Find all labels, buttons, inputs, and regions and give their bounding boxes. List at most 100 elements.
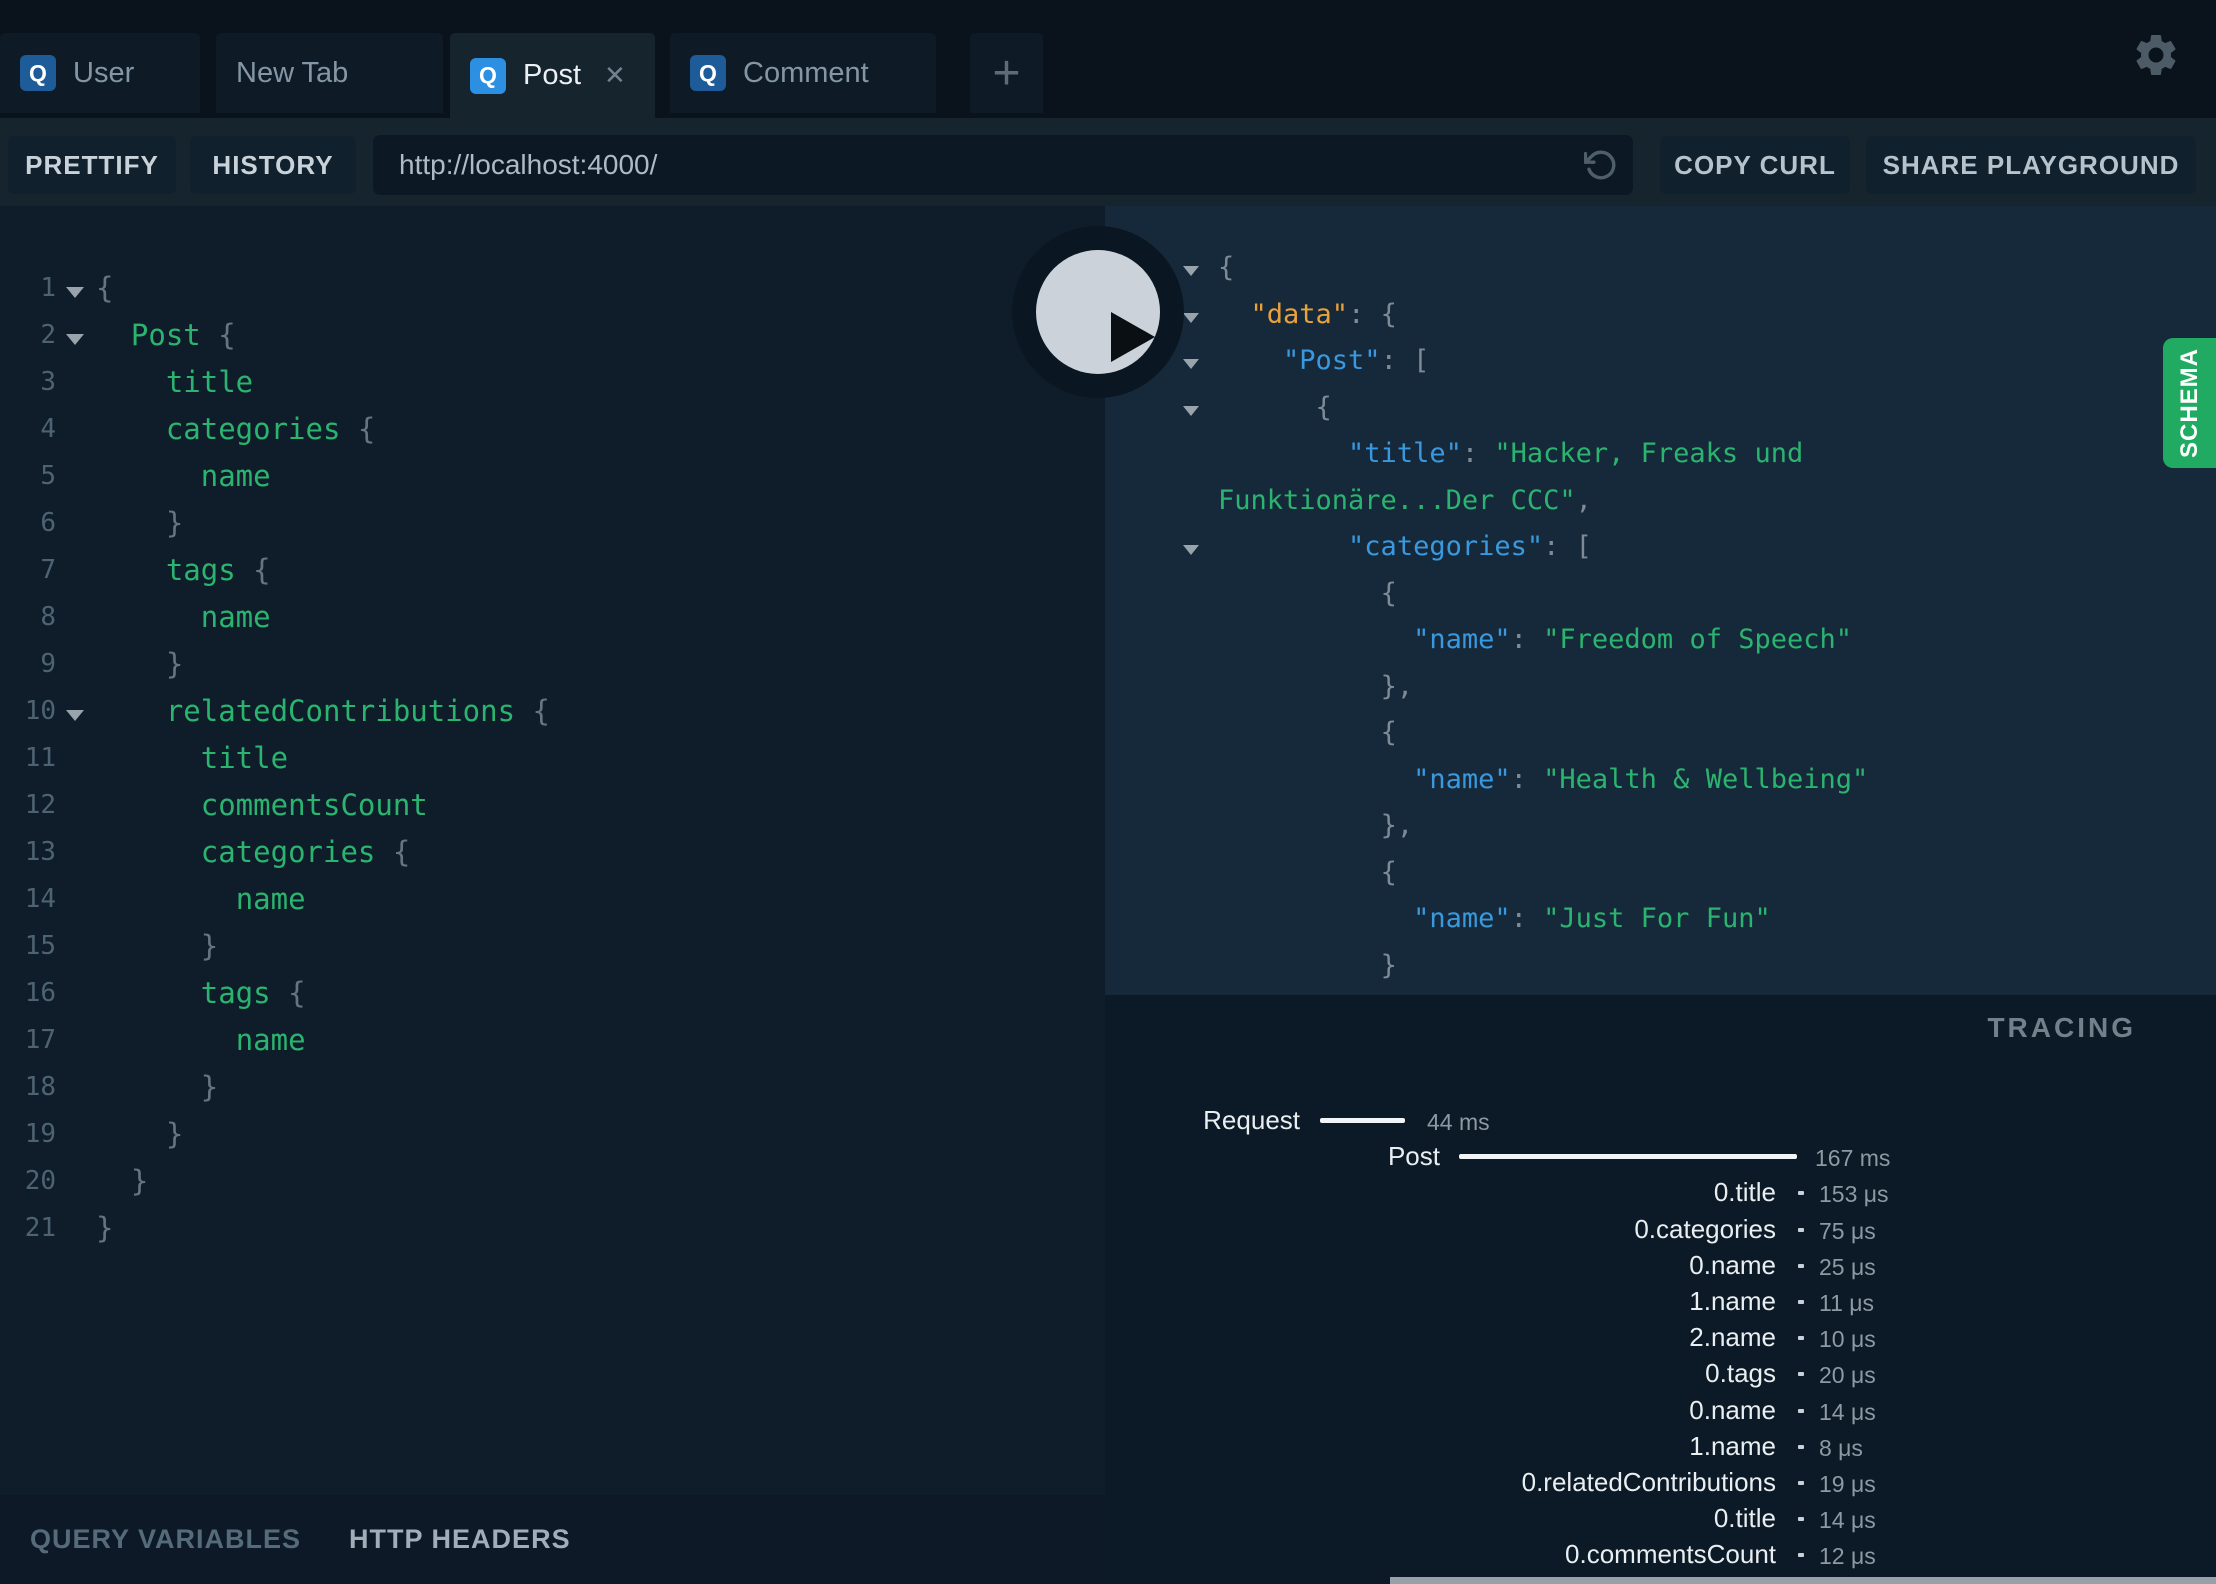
tracing-dash xyxy=(1798,1336,1804,1341)
chevron-down-icon xyxy=(1183,405,1199,416)
tracing-toggle[interactable]: TRACING xyxy=(1987,1012,2136,1044)
tracing-row: 0.name 25 μs xyxy=(1105,1247,2216,1283)
tracing-row: Request 44 ms xyxy=(1105,1102,2216,1138)
line-number: 18 xyxy=(24,1072,56,1102)
editor-line: 4 categories { xyxy=(0,406,1105,453)
chevron-down-icon xyxy=(1183,312,1199,323)
tracing-dash xyxy=(1798,1517,1804,1522)
schema-side-tab[interactable]: SCHEMA xyxy=(2163,338,2216,468)
execute-query-button[interactable] xyxy=(1012,226,1184,398)
reload-icon[interactable] xyxy=(1583,148,1618,182)
tracing-field-label: Request xyxy=(1203,1105,1300,1135)
editor-line: 11 title xyxy=(0,735,1105,782)
tracing-duration: 14 μs xyxy=(1819,1398,1876,1425)
tracing-duration: 75 μs xyxy=(1819,1217,1876,1244)
query-badge-icon: Q xyxy=(470,57,506,94)
tab-query-variables[interactable]: QUERY VARIABLES xyxy=(30,1524,301,1555)
endpoint-input[interactable] xyxy=(372,134,1634,196)
chevron-down-icon xyxy=(1183,545,1199,555)
tab-user[interactable]: Q User xyxy=(0,33,200,113)
query-editor[interactable]: 1{2 Post {3 title 4 categories {5 name 6 }… xyxy=(0,206,1105,1495)
tracing-row: 0.relatedContributions 19 μs xyxy=(1105,1464,2216,1500)
tracing-field-label: 2.name xyxy=(1689,1322,1776,1353)
tracing-field-label: 1.name xyxy=(1689,1430,1776,1461)
tracing-duration: 25 μs xyxy=(1819,1253,1876,1280)
editor-line: 8 name xyxy=(0,594,1105,641)
tab-label: Comment xyxy=(743,56,869,89)
response-line: Funktionäre...Der CCC", xyxy=(1218,484,1592,516)
query-badge-icon: Q xyxy=(690,55,726,91)
editor-line: 2 Post { xyxy=(0,312,1105,359)
fold-gutter[interactable] xyxy=(56,688,96,735)
response-line: "name": "Freedom of Speech" xyxy=(1413,624,1852,655)
plus-icon: + xyxy=(992,46,1021,100)
response-line: }, xyxy=(1380,810,1414,841)
tab-new-tab[interactable]: New Tab xyxy=(216,33,443,113)
response-line: { xyxy=(1105,385,2216,432)
copy-curl-button[interactable]: COPY CURL xyxy=(1660,136,1850,194)
editor-line: 7 tags { xyxy=(0,547,1105,594)
response-line: { xyxy=(1380,856,1397,888)
response-line: { xyxy=(1380,577,1397,609)
line-number: 13 xyxy=(24,837,56,867)
tab-label: User xyxy=(73,56,135,89)
tracing-dash xyxy=(1798,1553,1804,1558)
close-icon[interactable]: ✕ xyxy=(604,60,626,91)
add-tab-button[interactable]: + xyxy=(970,33,1043,113)
tracing-duration: 19 μs xyxy=(1819,1471,1876,1497)
editor-line: 3 title xyxy=(0,359,1105,406)
tracing-duration: 44 ms xyxy=(1427,1109,1490,1135)
query-editor-lines: 1{2 Post {3 title 4 categories {5 name 6 }… xyxy=(0,206,1105,1252)
editor-line: 20 } xyxy=(0,1158,1105,1205)
history-button[interactable]: HISTORY xyxy=(190,136,356,194)
fold-gutter[interactable] xyxy=(1105,524,1218,571)
tab-post[interactable]: Q Post ✕ xyxy=(450,33,655,118)
tab-comment[interactable]: Q Comment xyxy=(670,33,936,113)
gear-icon[interactable] xyxy=(2131,30,2181,80)
line-number: 14 xyxy=(24,884,56,914)
tracing-dash xyxy=(1798,1191,1804,1196)
chevron-down-icon xyxy=(66,334,84,345)
tracing-duration: 8 μs xyxy=(1819,1434,1863,1461)
tracing-dash xyxy=(1798,1481,1804,1485)
line-number: 21 xyxy=(24,1213,56,1243)
editor-line: 18 } xyxy=(0,1064,1105,1111)
tracing-dash xyxy=(1798,1408,1804,1413)
editor-line: 9 } xyxy=(0,641,1105,688)
editor-line: 21} xyxy=(0,1205,1105,1252)
editor-line: 19 } xyxy=(0,1111,1105,1158)
toolbar: PRETTIFY HISTORY COPY CURL SHARE PLAYGRO… xyxy=(0,118,2216,206)
tracing-dash xyxy=(1798,1372,1804,1377)
response-line: "name": "Just For Fun" xyxy=(1413,903,1771,934)
line-number: 1 xyxy=(40,273,56,303)
schema-tab-label: SCHEMA xyxy=(2175,347,2203,459)
chevron-down-icon xyxy=(1183,266,1199,276)
fold-gutter[interactable] xyxy=(56,312,96,359)
editor-line: 5 name xyxy=(0,453,1105,500)
tracing-dash xyxy=(1798,1227,1804,1232)
tracing-duration-bar xyxy=(1320,1118,1405,1123)
line-number: 11 xyxy=(24,743,56,773)
editor-line: 17 name xyxy=(0,1017,1105,1064)
horizontal-scrollbar[interactable] xyxy=(1390,1577,2216,1584)
play-icon xyxy=(1036,250,1160,374)
line-number: 20 xyxy=(24,1166,56,1196)
tracing-duration: 20 μs xyxy=(1819,1362,1876,1389)
line-number: 12 xyxy=(24,790,56,820)
fold-gutter[interactable] xyxy=(56,265,96,312)
tracing-row: 0.name 14 μs xyxy=(1105,1392,2216,1428)
line-number: 16 xyxy=(24,978,56,1008)
editor-line: 15 } xyxy=(0,923,1105,970)
tab-http-headers[interactable]: HTTP HEADERS xyxy=(349,1524,571,1555)
share-playground-button[interactable]: SHARE PLAYGROUND xyxy=(1866,136,2196,194)
tracing-field-label: 0.relatedContributions xyxy=(1521,1467,1776,1497)
tracing-duration: 11 μs xyxy=(1819,1290,1875,1316)
tracing-row: 0.commentsCount 12 μs xyxy=(1105,1536,2216,1572)
tracing-row: 2.name 10 μs xyxy=(1105,1319,2216,1355)
tracing-row: 1.name 11 μs xyxy=(1105,1283,2216,1319)
response-line: "Post": [ xyxy=(1105,338,2216,385)
tracing-row: 0.title 14 μs xyxy=(1105,1500,2216,1536)
tracing-field-label: 0.title xyxy=(1713,1177,1776,1208)
prettify-button[interactable]: PRETTIFY xyxy=(8,136,176,194)
response-line: "title": "Hacker, Freaks und xyxy=(1348,438,1804,469)
